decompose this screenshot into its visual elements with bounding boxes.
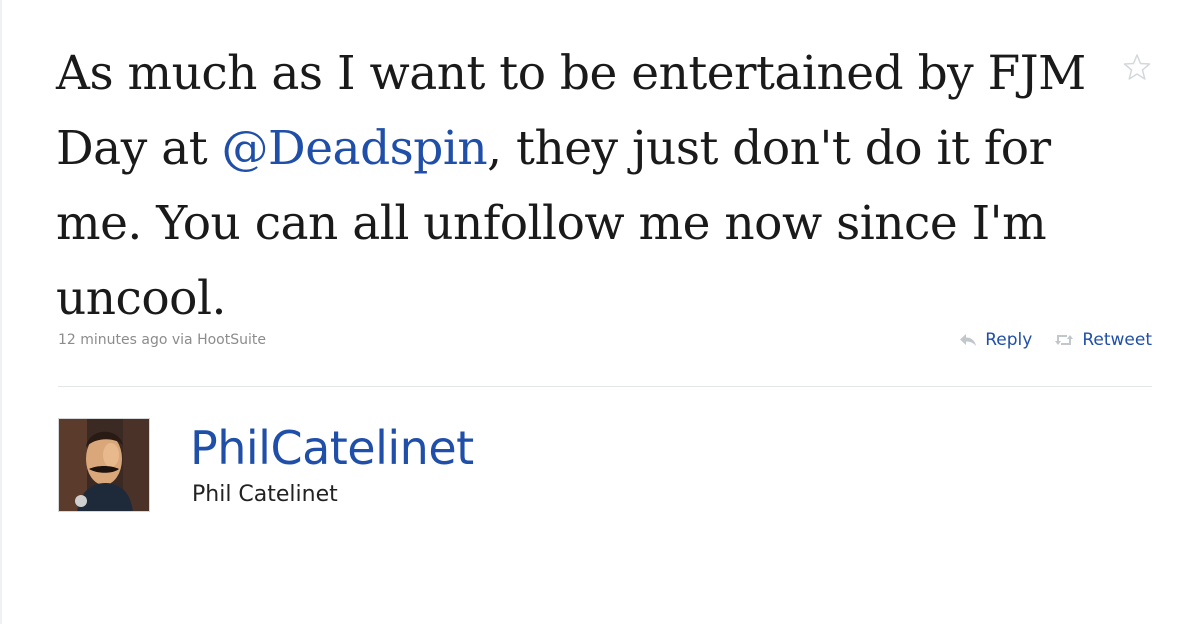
reply-button[interactable]: Reply <box>959 330 1032 350</box>
retweet-icon <box>1054 332 1074 348</box>
author-full-name: Phil Catelinet <box>192 482 338 507</box>
star-icon[interactable] <box>1122 52 1152 82</box>
avatar-puppet-image <box>59 419 149 511</box>
timestamp: 12 minutes ago via HootSuite <box>58 332 266 348</box>
retweet-button[interactable]: Retweet <box>1054 330 1152 350</box>
author-screen-name[interactable]: PhilCatelinet <box>190 420 474 476</box>
reply-label: Reply <box>985 330 1033 350</box>
tweet-meta-row: 12 minutes ago via HootSuite Reply Retwe… <box>58 330 1152 354</box>
avatar[interactable] <box>58 418 150 512</box>
tweet-text: As much as I want to be entertained by F… <box>56 36 1116 336</box>
tweet-actions: Reply Retweet <box>959 330 1152 350</box>
divider <box>58 386 1152 387</box>
retweet-label: Retweet <box>1082 330 1152 350</box>
mention-link[interactable]: @Deadspin <box>222 121 488 176</box>
tweet-card: As much as I want to be entertained by F… <box>0 0 1200 624</box>
reply-icon <box>959 332 977 348</box>
